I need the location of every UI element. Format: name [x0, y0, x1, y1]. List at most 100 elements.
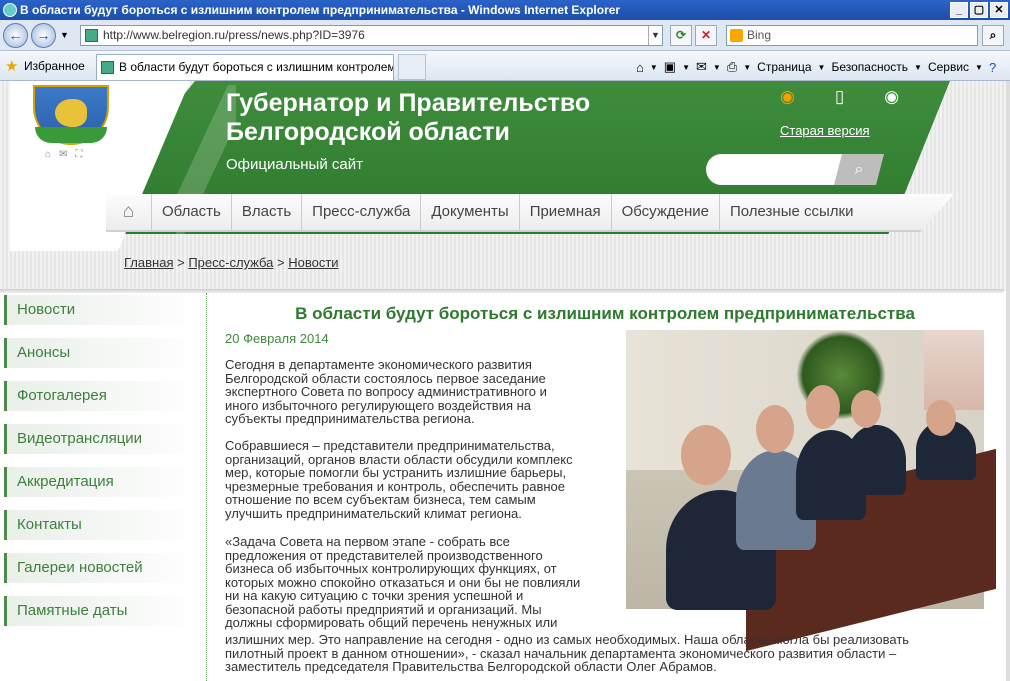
text-line: улучшить предпринимательский климат реги…	[225, 505, 522, 521]
text-line: заместитель председателя Правительства Б…	[225, 659, 717, 674]
header-divider	[0, 289, 1004, 293]
site-title: Губернатор и Правительство Белгородской …	[226, 89, 591, 146]
menu-item-links[interactable]: Полезные ссылки	[720, 194, 864, 231]
photo-head-4	[851, 390, 881, 428]
photo-person-4	[846, 425, 906, 495]
home-menu-icon[interactable]: ⌂	[106, 194, 152, 231]
menu-item-discussion[interactable]: Обсуждение	[612, 194, 720, 231]
photo-head-1	[681, 425, 731, 485]
sidebar: Новости Анонсы Фотогалерея Видеотрансляц…	[4, 295, 202, 639]
site-subtitle: Официальный сайт	[226, 156, 363, 173]
text-line: чрезмерные требования и контроль, обеспе…	[225, 478, 565, 494]
back-button[interactable]: ←	[3, 23, 28, 48]
text-line: иного избыточного регулирующего воздейст…	[225, 397, 532, 413]
search-icon[interactable]: ⌕	[982, 25, 1004, 46]
article-paragraph-3-continued: излишних мер. Это направление на сегодня…	[225, 633, 985, 674]
sidebar-item-news-galleries[interactable]: Галереи новостей	[4, 553, 202, 583]
bing-placeholder: Bing	[747, 28, 772, 42]
rss-icon[interactable]: ◉	[780, 87, 795, 107]
forward-button[interactable]: →	[31, 23, 56, 48]
refresh-button[interactable]: ⟳	[670, 25, 692, 46]
article-title: В области будут бороться с излишним конт…	[295, 304, 915, 323]
content-divider	[206, 293, 207, 681]
security-menu[interactable]: Безопасность	[831, 60, 908, 74]
text-line: «Задача Совета на первом этапе - собрать…	[225, 534, 510, 549]
address-bar: ← → ▼ http://www.belregion.ru/press/news…	[0, 20, 1010, 51]
photo-map	[924, 330, 984, 410]
article-date: 20 Февраля 2014	[225, 331, 329, 346]
sidebar-item-photogallery[interactable]: Фотогалерея	[4, 381, 202, 411]
bing-search-input[interactable]: Bing	[726, 25, 978, 46]
eye-icon[interactable]: ◉	[884, 87, 899, 107]
text-line: субъекты предпринимательства региона.	[225, 411, 475, 426]
magnifier-icon: ⌕	[854, 161, 864, 178]
main-menu: ⌂ Область Власть Пресс-служба Документы …	[106, 194, 954, 232]
menu-item-vlast[interactable]: Власть	[232, 194, 303, 231]
sidebar-item-news[interactable]: Новости	[4, 295, 202, 325]
help-icon[interactable]: ?	[989, 60, 996, 75]
stop-button[interactable]: ✕	[695, 25, 717, 46]
lion-icon	[55, 99, 87, 127]
sidebar-item-contacts[interactable]: Контакты	[4, 510, 202, 540]
text-line: которых можно спокойно отказаться и они …	[225, 574, 581, 590]
article-paragraph-2: Собравшиеся – представители предпринимат…	[225, 439, 617, 520]
site-search-button[interactable]: ⌕	[834, 154, 884, 185]
sidebar-item-memorable-dates[interactable]: Памятные даты	[4, 596, 202, 626]
command-bar: ⌂ ▼ ▣ ▼ ✉ ▼ ⎙ ▼ Страница ▼ Безопасность ▼ Серв…	[636, 59, 997, 75]
maximize-button[interactable]: ▢	[970, 2, 988, 18]
favorites-star-icon[interactable]: ★	[5, 57, 18, 75]
header-icons: ◉ ▯ ◉	[780, 87, 899, 107]
article-paragraph-3: «Задача Совета на первом этапе - собрать…	[225, 535, 617, 630]
text-line: организаций, органов власти области обсу…	[225, 451, 573, 467]
close-window-button[interactable]: ✕	[990, 2, 1008, 18]
article-photo[interactable]	[626, 330, 996, 652]
feeds-icon[interactable]: ▣	[664, 59, 676, 75]
sidebar-item-video[interactable]: Видеотрансляции	[4, 424, 202, 454]
breadcrumb-home[interactable]: Главная	[124, 255, 173, 270]
minimize-button[interactable]: _	[950, 2, 968, 18]
tools-menu[interactable]: Сервис	[928, 60, 969, 74]
site-favicon	[85, 29, 98, 42]
photo-head-3	[806, 385, 840, 429]
print-icon[interactable]: ⎙	[727, 59, 737, 75]
text-line: пилотный проект в данном отношении», - с…	[225, 645, 897, 661]
browser-tab-active[interactable]: В области будут бороться с излишним конт…	[96, 54, 394, 80]
old-version-link[interactable]: Старая версия	[780, 123, 870, 138]
text-line: излишних мер. Это направление на сегодня…	[225, 632, 910, 647]
sidebar-item-accreditation[interactable]: Аккредитация	[4, 467, 202, 497]
home-icon[interactable]: ⌂	[636, 60, 644, 75]
menu-item-reception[interactable]: Приемная	[520, 194, 612, 231]
text-line: должны сформировать общий перечень ненуж…	[225, 615, 558, 630]
sidebar-item-announcements[interactable]: Анонсы	[4, 338, 202, 368]
coat-of-arms-logo[interactable]	[33, 85, 109, 145]
history-dropdown-icon[interactable]: ▼	[60, 30, 69, 40]
text-line: Собравшиеся – представители предпринимат…	[225, 438, 555, 453]
page-menu[interactable]: Страница	[757, 60, 811, 74]
bing-icon	[730, 29, 743, 42]
url-input[interactable]: http://www.belregion.ru/press/news.php?I…	[80, 25, 663, 46]
new-tab-button[interactable]	[398, 54, 426, 80]
text-line: безопасной работы предприятий и организа…	[225, 601, 542, 617]
breadcrumb-news[interactable]: Новости	[288, 255, 338, 270]
tab-title: В области будут бороться с излишним конт…	[119, 60, 394, 74]
quick-icons[interactable]: ⌂✉⛶	[45, 149, 90, 160]
text-line: мер, которые помогли бы устранить излишн…	[225, 465, 567, 480]
text-line: экспертного Совета по вопросу администра…	[225, 384, 547, 399]
mail-icon[interactable]: ✉	[696, 59, 707, 75]
window-titlebar: В области будут бороться с излишним конт…	[0, 0, 1010, 20]
photo-head-2	[756, 405, 794, 453]
mobile-icon[interactable]: ▯	[835, 87, 844, 107]
window-controls: _ ▢ ✕	[950, 2, 1008, 18]
url-dropdown-icon[interactable]: ▼	[648, 26, 662, 45]
photo-head-5	[926, 400, 956, 436]
favorites-button[interactable]: Избранное	[24, 59, 85, 73]
menu-item-press[interactable]: Пресс-служба	[302, 194, 422, 231]
url-text: http://www.belregion.ru/press/news.php?I…	[103, 28, 365, 42]
breadcrumb-press[interactable]: Пресс-служба	[188, 255, 273, 270]
text-line: Сегодня в департаменте экономического ра…	[225, 357, 532, 372]
breadcrumb: Главная > Пресс-служба > Новости	[124, 255, 339, 270]
text-line: ни на какую ситуацию с точки зрения успе…	[225, 588, 524, 603]
menu-item-oblast[interactable]: Область	[152, 194, 232, 231]
menu-item-documents[interactable]: Документы	[421, 194, 520, 231]
page-scrollbar[interactable]	[1006, 81, 1010, 681]
